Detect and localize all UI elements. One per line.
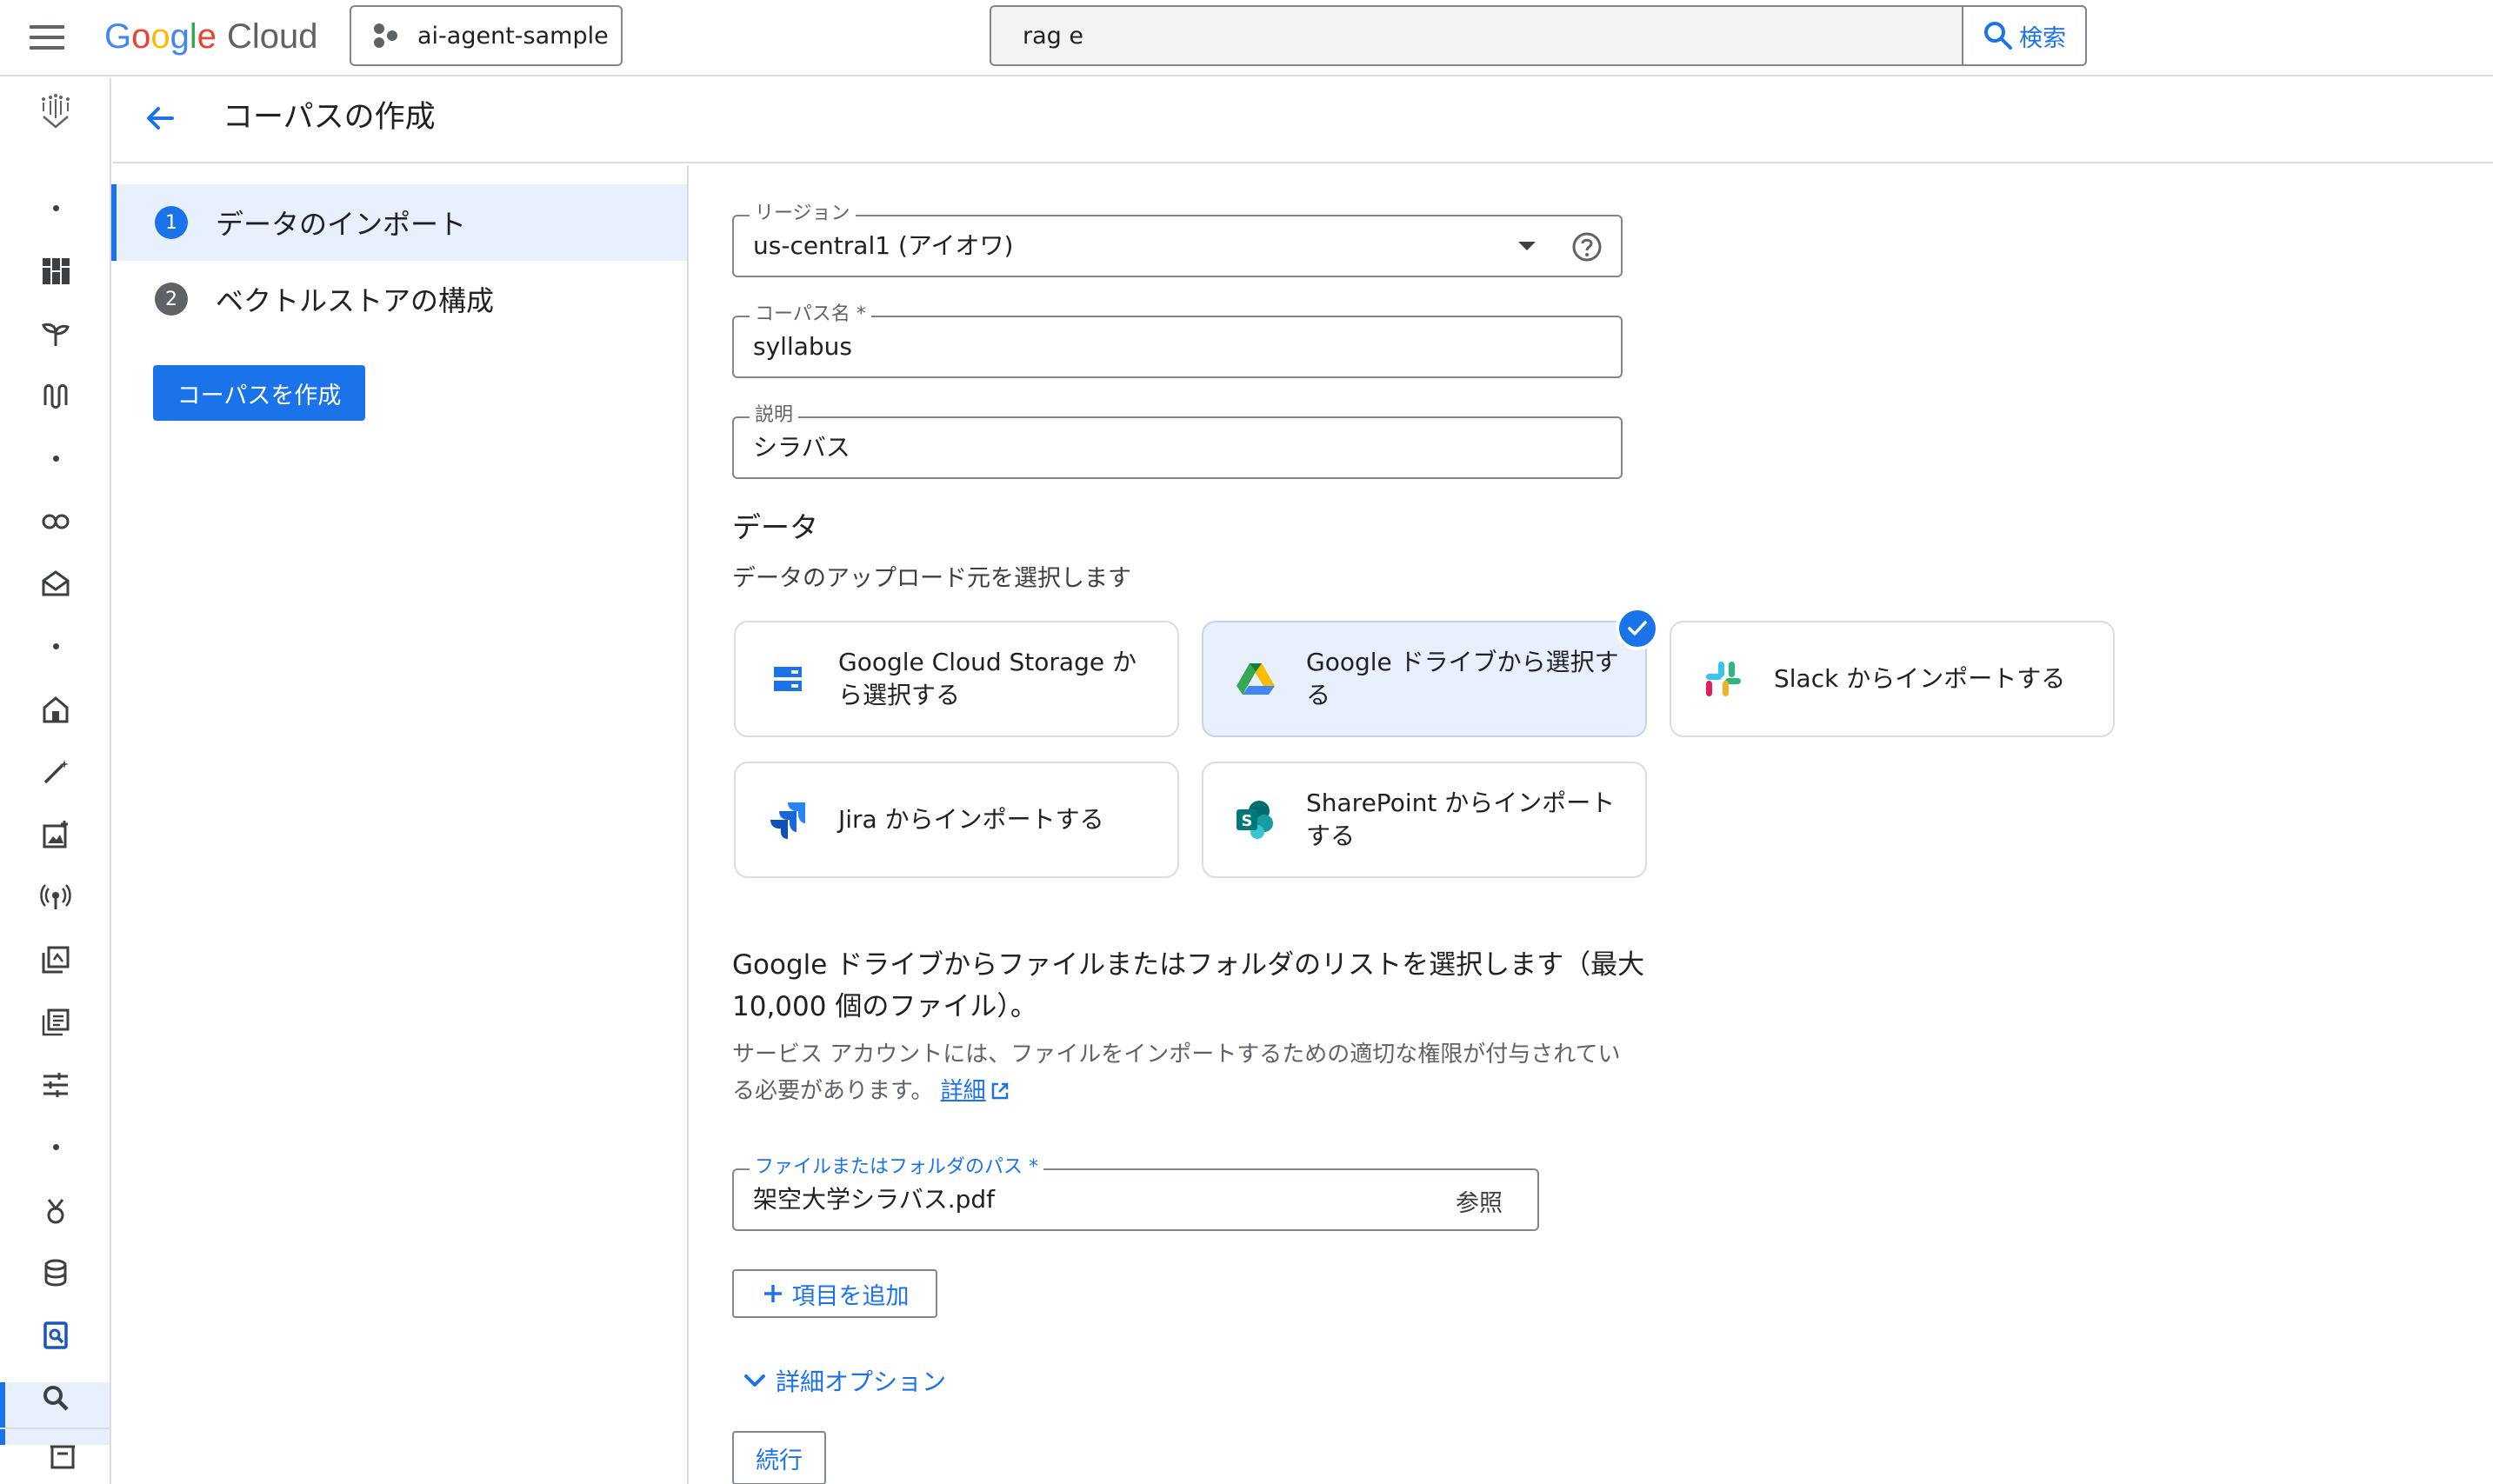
vertex-ai-icon[interactable] bbox=[28, 87, 83, 136]
dropdown-arrow-icon bbox=[1518, 242, 1536, 250]
file-path-value: 架空大学シラバス.pdf bbox=[753, 1185, 996, 1214]
search-bar: 検索 bbox=[990, 5, 2087, 66]
permission-note-text: サービス アカウントには、ファイルをインポートするための適切な権限が付与されてい… bbox=[732, 1041, 1621, 1104]
source-card-slack[interactable]: Slack からインポートする bbox=[1670, 621, 2115, 737]
add-item-button[interactable]: 項目を追加 bbox=[732, 1269, 937, 1318]
file-path-field[interactable]: ファイルまたはフォルダのパス * 架空大学シラバス.pdf 参照 bbox=[732, 1156, 1539, 1231]
tune-icon[interactable] bbox=[28, 1061, 83, 1109]
rag-engine-icon[interactable] bbox=[28, 1311, 83, 1360]
source-card-google-drive[interactable]: Google ドライブから選択する bbox=[1202, 621, 1647, 737]
description-value: シラバス bbox=[753, 433, 850, 462]
browse-button[interactable]: 参照 bbox=[1456, 1184, 1503, 1218]
drive-instructions: Google ドライブからファイルまたはフォルダのリストを選択します（最大 10… bbox=[732, 949, 1645, 1022]
corpus-name-field[interactable]: コーパス名 * syllabus bbox=[732, 303, 1623, 378]
source-card-label: Google ドライブから選択する bbox=[1306, 648, 1619, 709]
back-arrow-icon[interactable] bbox=[139, 97, 181, 139]
jira-icon bbox=[767, 799, 809, 841]
navigation-rail bbox=[0, 78, 111, 1484]
rail-separator-dot bbox=[53, 205, 59, 211]
file-path-label: ファイルまたはフォルダのパス * bbox=[750, 1156, 1043, 1179]
step-label: ベクトルストアの構成 bbox=[216, 284, 495, 317]
permission-note: サービス アカウントには、ファイルをインポートするための適切な権限が付与されてい… bbox=[732, 1036, 1636, 1109]
search-nav-icon[interactable] bbox=[28, 1374, 83, 1422]
rail-separator-dot bbox=[53, 1144, 59, 1150]
learn-more-label: 詳細 bbox=[940, 1078, 986, 1104]
logo-cloud-text: Cloud bbox=[227, 17, 318, 56]
notes-icon[interactable] bbox=[28, 998, 83, 1047]
region-value: us-central1 (アイオワ) bbox=[753, 231, 1014, 260]
co-icon[interactable] bbox=[28, 497, 83, 546]
dashboard-icon[interactable] bbox=[28, 247, 83, 296]
step-number: 1 bbox=[155, 206, 188, 239]
project-selector-button[interactable]: ai-agent-sample bbox=[350, 5, 623, 66]
google-drive-icon bbox=[1235, 658, 1276, 700]
source-card-sharepoint[interactable]: S SharePoint からインポートする bbox=[1202, 762, 1647, 878]
external-link-icon bbox=[991, 1082, 1008, 1100]
continue-button[interactable]: 続行 bbox=[732, 1431, 826, 1484]
source-card-jira[interactable]: Jira からインポートする bbox=[734, 762, 1179, 878]
plus-icon bbox=[763, 1285, 782, 1302]
learn-more-link[interactable]: 詳細 bbox=[941, 1078, 1010, 1104]
model-garden-icon[interactable] bbox=[28, 560, 83, 609]
magic-wand-icon[interactable] bbox=[28, 748, 83, 796]
source-card-label: Google Cloud Storage から選択する bbox=[838, 648, 1137, 709]
data-section-heading: データ bbox=[732, 510, 818, 544]
advanced-options-label: 詳細オプション bbox=[776, 1368, 947, 1396]
main-menu-icon[interactable] bbox=[26, 21, 68, 56]
page-title: コーパスの作成 bbox=[223, 100, 436, 135]
sharepoint-icon: S bbox=[1235, 799, 1276, 841]
region-select[interactable]: リージョン us-central1 (アイオワ) bbox=[732, 203, 1623, 277]
step-data-import[interactable]: 1 データのインポート bbox=[111, 184, 687, 261]
library-icon[interactable] bbox=[28, 935, 83, 984]
broadcast-icon[interactable] bbox=[28, 873, 83, 922]
source-card-label: Slack からインポートする bbox=[1774, 664, 2066, 693]
corpus-name-label: コーパス名 * bbox=[750, 303, 871, 326]
step-number: 2 bbox=[155, 283, 188, 316]
rail-divider bbox=[0, 1427, 110, 1429]
search-button-label: 検索 bbox=[2019, 24, 2066, 52]
step-label: データのインポート bbox=[216, 208, 467, 241]
add-item-label: 項目を追加 bbox=[791, 1282, 910, 1310]
home-icon[interactable] bbox=[28, 685, 83, 734]
create-corpus-button[interactable]: コーパスを作成 bbox=[153, 365, 365, 421]
search-button[interactable]: 検索 bbox=[1962, 5, 2087, 66]
storage-icon bbox=[767, 658, 809, 700]
rail-separator-dot bbox=[53, 456, 59, 462]
source-card-label: SharePoint からインポートする bbox=[1306, 789, 1616, 850]
help-icon[interactable] bbox=[1570, 230, 1603, 263]
corpus-name-value: syllabus bbox=[753, 332, 852, 361]
search-icon bbox=[1984, 22, 2012, 50]
search-input[interactable] bbox=[991, 10, 1930, 62]
source-card-label: Jira からインポートする bbox=[838, 805, 1104, 834]
agent-icon[interactable] bbox=[28, 1186, 83, 1234]
project-icon bbox=[372, 21, 402, 50]
step-vector-store[interactable]: 2 ベクトルストアの構成 bbox=[111, 261, 687, 337]
image-add-icon[interactable] bbox=[28, 810, 83, 859]
marketplace-icon[interactable] bbox=[35, 1433, 90, 1481]
google-cloud-logo[interactable]: Google Cloud bbox=[104, 14, 318, 59]
rail-separator-dot bbox=[53, 643, 59, 649]
source-card-gcs[interactable]: Google Cloud Storage から選択する bbox=[734, 621, 1179, 737]
selected-check-icon bbox=[1616, 607, 1659, 650]
data-section-subheading: データのアップロード元を選択します bbox=[732, 565, 1131, 592]
description-label: 説明 bbox=[750, 404, 799, 427]
description-field[interactable]: 説明 シラバス bbox=[732, 404, 1623, 479]
database-icon[interactable] bbox=[28, 1248, 83, 1297]
stepper-panel bbox=[113, 165, 689, 1484]
svg-text:S: S bbox=[1242, 812, 1253, 830]
project-name: ai-agent-sample bbox=[417, 22, 609, 50]
page-header bbox=[113, 78, 2493, 163]
slack-icon bbox=[1703, 658, 1744, 700]
chevron-down-icon bbox=[744, 1374, 765, 1387]
region-label: リージョン bbox=[750, 203, 856, 225]
sprout-icon[interactable] bbox=[28, 309, 83, 358]
advanced-options-toggle[interactable]: 詳細オプション bbox=[741, 1363, 946, 1398]
pipeline-icon[interactable] bbox=[28, 372, 83, 421]
